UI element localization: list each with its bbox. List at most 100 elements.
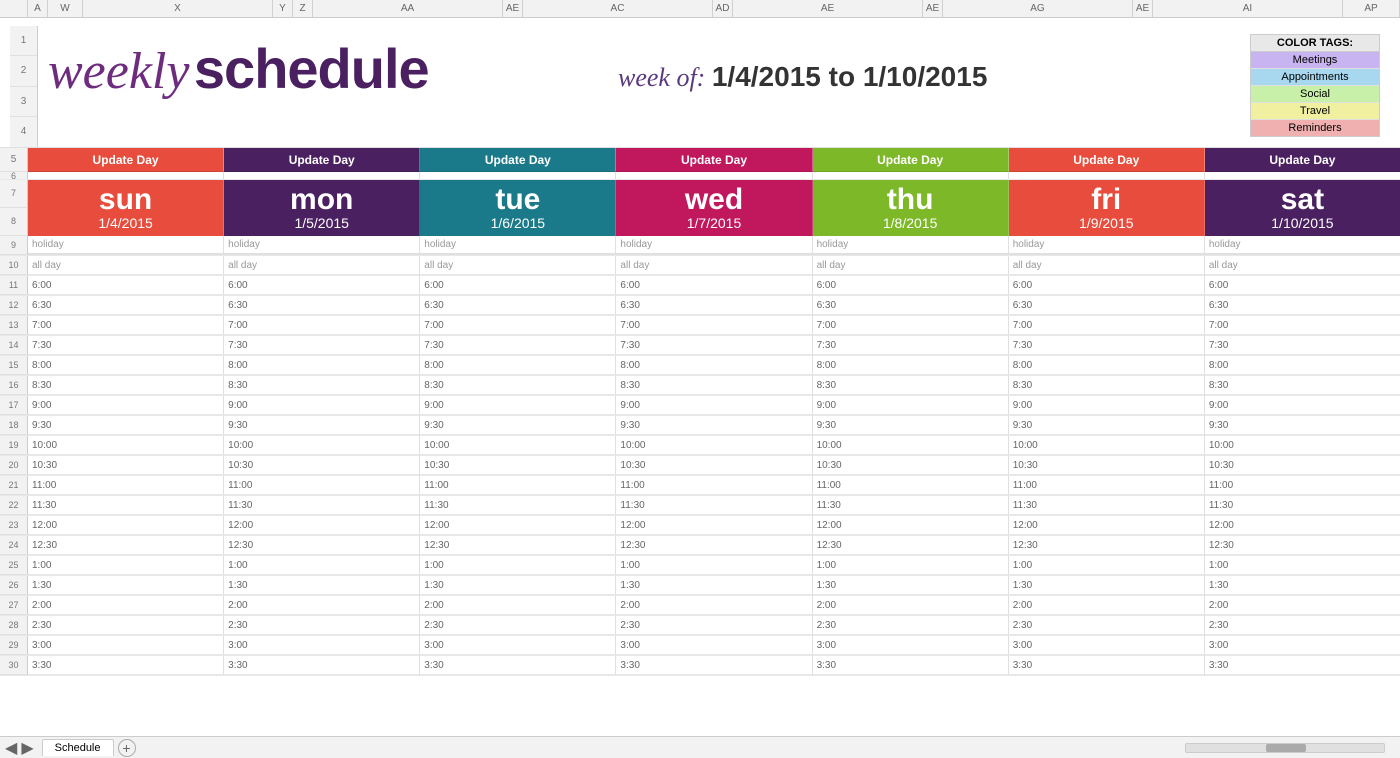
- prev-sheet-btn[interactable]: ◀: [5, 738, 17, 758]
- cell-16-day1[interactable]: 8:30: [224, 376, 420, 395]
- cell-18-day1[interactable]: 9:30: [224, 416, 420, 435]
- cell-11-day0[interactable]: 6:00: [28, 276, 224, 295]
- cell-15-day2[interactable]: 8:00: [420, 356, 616, 375]
- cell-24-day6[interactable]: 12:30: [1205, 536, 1400, 555]
- cell-9-day0[interactable]: holiday: [28, 236, 224, 255]
- cell-21-day4[interactable]: 11:00: [813, 476, 1009, 495]
- cell-18-day0[interactable]: 9:30: [28, 416, 224, 435]
- cell-20-day2[interactable]: 10:30: [420, 456, 616, 475]
- cell-22-day4[interactable]: 11:30: [813, 496, 1009, 515]
- cell-17-day2[interactable]: 9:00: [420, 396, 616, 415]
- cell-26-day3[interactable]: 1:30: [616, 576, 812, 595]
- cell-26-day5[interactable]: 1:30: [1009, 576, 1205, 595]
- calendar-grid[interactable]: 5 Update Day Update Day Update Day Updat…: [0, 148, 1400, 736]
- cell-16-day5[interactable]: 8:30: [1009, 376, 1205, 395]
- cell-29-day5[interactable]: 3:00: [1009, 636, 1205, 655]
- cell-10-day5[interactable]: all day: [1009, 256, 1205, 275]
- cell-27-day2[interactable]: 2:00: [420, 596, 616, 615]
- cell-24-day5[interactable]: 12:30: [1009, 536, 1205, 555]
- cell-20-day6[interactable]: 10:30: [1205, 456, 1400, 475]
- cell-16-day6[interactable]: 8:30: [1205, 376, 1400, 395]
- cell-28-day3[interactable]: 2:30: [616, 616, 812, 635]
- cell-26-day0[interactable]: 1:30: [28, 576, 224, 595]
- cell-17-day6[interactable]: 9:00: [1205, 396, 1400, 415]
- cell-22-day3[interactable]: 11:30: [616, 496, 812, 515]
- cell-19-day5[interactable]: 10:00: [1009, 436, 1205, 455]
- cell-28-day5[interactable]: 2:30: [1009, 616, 1205, 635]
- cell-15-day5[interactable]: 8:00: [1009, 356, 1205, 375]
- cell-30-day6[interactable]: 3:30: [1205, 656, 1400, 675]
- cell-16-day0[interactable]: 8:30: [28, 376, 224, 395]
- horizontal-scrollbar[interactable]: [1185, 743, 1385, 753]
- cell-23-day6[interactable]: 12:00: [1205, 516, 1400, 535]
- wed-update-day[interactable]: Update Day: [616, 148, 812, 172]
- cell-15-day3[interactable]: 8:00: [616, 356, 812, 375]
- cell-9-day6[interactable]: holiday: [1205, 236, 1400, 255]
- cell-28-day1[interactable]: 2:30: [224, 616, 420, 635]
- cell-27-day5[interactable]: 2:00: [1009, 596, 1205, 615]
- cell-28-day2[interactable]: 2:30: [420, 616, 616, 635]
- cell-15-day4[interactable]: 8:00: [813, 356, 1009, 375]
- cell-18-day4[interactable]: 9:30: [813, 416, 1009, 435]
- cell-13-day3[interactable]: 7:00: [616, 316, 812, 335]
- cell-14-day6[interactable]: 7:30: [1205, 336, 1400, 355]
- cell-13-day1[interactable]: 7:00: [224, 316, 420, 335]
- cell-13-day5[interactable]: 7:00: [1009, 316, 1205, 335]
- cell-24-day4[interactable]: 12:30: [813, 536, 1009, 555]
- cell-23-day5[interactable]: 12:00: [1009, 516, 1205, 535]
- cell-29-day1[interactable]: 3:00: [224, 636, 420, 655]
- cell-13-day6[interactable]: 7:00: [1205, 316, 1400, 335]
- cell-12-day0[interactable]: 6:30: [28, 296, 224, 315]
- cell-24-day3[interactable]: 12:30: [616, 536, 812, 555]
- tue-update-day[interactable]: Update Day: [420, 148, 616, 172]
- cell-27-day1[interactable]: 2:00: [224, 596, 420, 615]
- cell-17-day3[interactable]: 9:00: [616, 396, 812, 415]
- cell-14-day0[interactable]: 7:30: [28, 336, 224, 355]
- cell-26-day4[interactable]: 1:30: [813, 576, 1009, 595]
- cell-12-day5[interactable]: 6:30: [1009, 296, 1205, 315]
- cell-21-day2[interactable]: 11:00: [420, 476, 616, 495]
- cell-11-day6[interactable]: 6:00: [1205, 276, 1400, 295]
- cell-29-day2[interactable]: 3:00: [420, 636, 616, 655]
- cell-30-day4[interactable]: 3:30: [813, 656, 1009, 675]
- thu-update-day[interactable]: Update Day: [813, 148, 1009, 172]
- cell-11-day2[interactable]: 6:00: [420, 276, 616, 295]
- cell-23-day3[interactable]: 12:00: [616, 516, 812, 535]
- cell-14-day5[interactable]: 7:30: [1009, 336, 1205, 355]
- cell-10-day6[interactable]: all day: [1205, 256, 1400, 275]
- cell-14-day2[interactable]: 7:30: [420, 336, 616, 355]
- cell-29-day3[interactable]: 3:00: [616, 636, 812, 655]
- cell-22-day6[interactable]: 11:30: [1205, 496, 1400, 515]
- fri-update-day[interactable]: Update Day: [1009, 148, 1205, 172]
- cell-22-day5[interactable]: 11:30: [1009, 496, 1205, 515]
- cell-12-day3[interactable]: 6:30: [616, 296, 812, 315]
- add-sheet-button[interactable]: +: [118, 739, 136, 757]
- cell-10-day0[interactable]: all day: [28, 256, 224, 275]
- cell-11-day4[interactable]: 6:00: [813, 276, 1009, 295]
- cell-9-day5[interactable]: holiday: [1009, 236, 1205, 255]
- cell-28-day4[interactable]: 2:30: [813, 616, 1009, 635]
- cell-24-day0[interactable]: 12:30: [28, 536, 224, 555]
- cell-13-day2[interactable]: 7:00: [420, 316, 616, 335]
- cell-10-day1[interactable]: all day: [224, 256, 420, 275]
- cell-26-day6[interactable]: 1:30: [1205, 576, 1400, 595]
- cell-25-day1[interactable]: 1:00: [224, 556, 420, 575]
- cell-19-day1[interactable]: 10:00: [224, 436, 420, 455]
- sat-update-day[interactable]: Update Day: [1205, 148, 1400, 172]
- cell-9-day4[interactable]: holiday: [813, 236, 1009, 255]
- cell-26-day1[interactable]: 1:30: [224, 576, 420, 595]
- cell-18-day3[interactable]: 9:30: [616, 416, 812, 435]
- cell-30-day0[interactable]: 3:30: [28, 656, 224, 675]
- cell-16-day4[interactable]: 8:30: [813, 376, 1009, 395]
- cell-27-day4[interactable]: 2:00: [813, 596, 1009, 615]
- cell-22-day0[interactable]: 11:30: [28, 496, 224, 515]
- cell-22-day2[interactable]: 11:30: [420, 496, 616, 515]
- cell-16-day3[interactable]: 8:30: [616, 376, 812, 395]
- cell-12-day1[interactable]: 6:30: [224, 296, 420, 315]
- cell-20-day5[interactable]: 10:30: [1009, 456, 1205, 475]
- cell-14-day3[interactable]: 7:30: [616, 336, 812, 355]
- cell-20-day1[interactable]: 10:30: [224, 456, 420, 475]
- cell-12-day6[interactable]: 6:30: [1205, 296, 1400, 315]
- cell-30-day1[interactable]: 3:30: [224, 656, 420, 675]
- cell-27-day3[interactable]: 2:00: [616, 596, 812, 615]
